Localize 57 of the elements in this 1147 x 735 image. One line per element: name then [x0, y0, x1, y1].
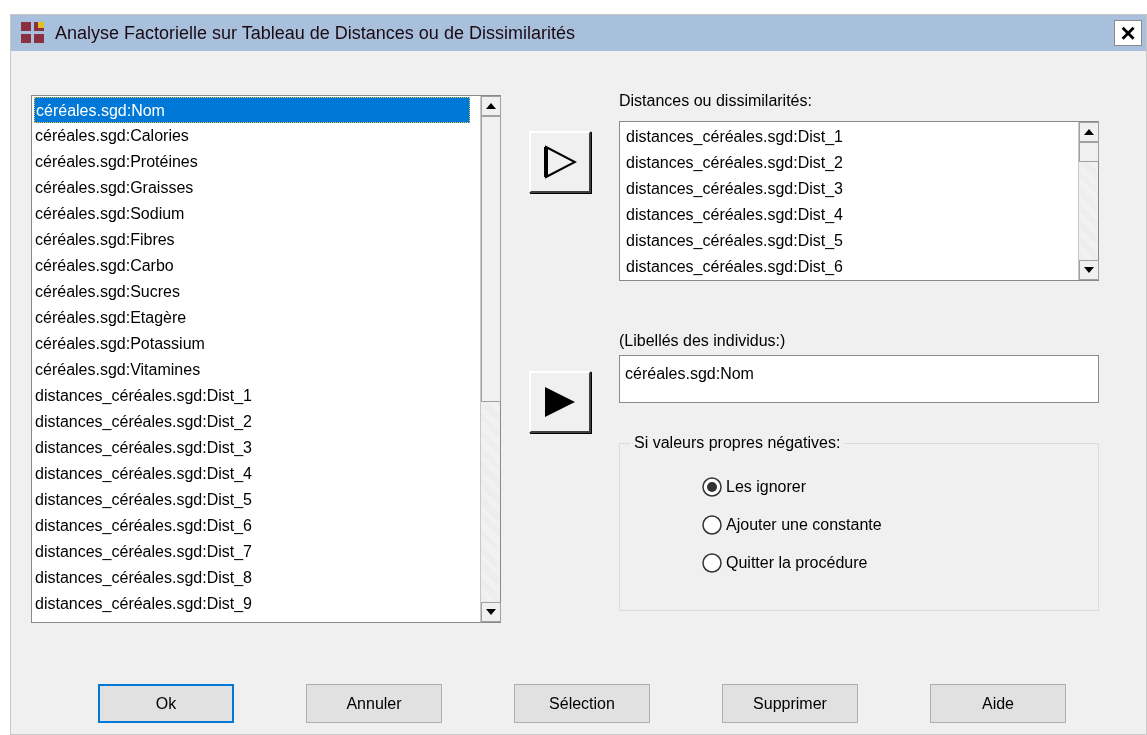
- list-item[interactable]: distances_céréales.sgd:Dist_5: [34, 487, 470, 513]
- scroll-down-button[interactable]: [1079, 260, 1099, 280]
- list-item[interactable]: céréales.sgd:Sucres: [34, 279, 470, 305]
- labels-label: (Libellés des individus:): [619, 331, 787, 351]
- distances-label: Distances ou dissimilarités:: [619, 91, 813, 111]
- window-title: Analyse Factorielle sur Tableau de Distances ou de Dissimilarités: [55, 21, 575, 45]
- radio-option[interactable]: Quitter la procédure: [702, 551, 1090, 575]
- dialog-button[interactable]: Supprimer: [722, 684, 858, 723]
- labels-field[interactable]: céréales.sgd:Nom: [619, 355, 1099, 403]
- dialog-button[interactable]: Annuler: [306, 684, 442, 723]
- radio-button[interactable]: [702, 515, 722, 535]
- down-arrow-icon: [1084, 267, 1094, 273]
- list-item[interactable]: distances_céréales.sgd:Dist_7: [34, 539, 470, 565]
- up-arrow-icon: [1084, 129, 1094, 135]
- list-item[interactable]: distances_céréales.sgd:Dist_1: [626, 124, 1078, 150]
- add-button[interactable]: [529, 131, 591, 193]
- radio-option[interactable]: Ajouter une constante: [702, 513, 1090, 537]
- close-button[interactable]: ×: [1114, 20, 1142, 46]
- scroll-thumb[interactable]: [1079, 142, 1099, 162]
- list-item[interactable]: céréales.sgd:Fibres: [34, 227, 470, 253]
- list-item[interactable]: distances_céréales.sgd:Dist_4: [34, 461, 470, 487]
- right-arrow-icon: [543, 145, 577, 179]
- list-item[interactable]: céréales.sgd:Calories: [34, 123, 470, 149]
- up-arrow-icon: [486, 103, 496, 109]
- list-item[interactable]: distances_céréales.sgd:Dist_9: [34, 591, 470, 617]
- radio-button[interactable]: [702, 477, 722, 497]
- dialog-button[interactable]: Aide: [930, 684, 1066, 723]
- scroll-thumb[interactable]: [481, 116, 501, 402]
- list-item[interactable]: distances_céréales.sgd:Dist_3: [34, 435, 470, 461]
- list-item[interactable]: céréales.sgd:Protéines: [34, 149, 470, 175]
- radio-button[interactable]: [702, 553, 722, 573]
- list-item[interactable]: céréales.sgd:Graisses: [34, 175, 470, 201]
- list-item[interactable]: céréales.sgd:Etagère: [34, 305, 470, 331]
- dialog-button[interactable]: Ok: [98, 684, 234, 723]
- list-item[interactable]: distances_céréales.sgd:Dist_1: [34, 383, 470, 409]
- scroll-down-button[interactable]: [481, 602, 501, 622]
- radio-option[interactable]: Les ignorer: [702, 475, 1090, 499]
- list-item[interactable]: distances_céréales.sgd:Dist_2: [34, 409, 470, 435]
- list-item[interactable]: céréales.sgd:Vitamines: [34, 357, 470, 383]
- list-item[interactable]: distances_céréales.sgd:Dist_5: [626, 228, 1078, 254]
- list-item[interactable]: distances_céréales.sgd:Dist_4: [626, 202, 1078, 228]
- list-item[interactable]: céréales.sgd:Sodium: [34, 201, 470, 227]
- list-item[interactable]: distances_céréales.sgd:Dist_6: [626, 254, 1078, 280]
- list-item[interactable]: distances_céréales.sgd:Dist_2: [626, 150, 1078, 176]
- list-item[interactable]: distances_céréales.sgd:Dist_3: [626, 176, 1078, 202]
- list-item[interactable]: céréales.sgd:Nom: [34, 97, 470, 123]
- add-button[interactable]: [529, 371, 591, 433]
- scroll-up-button[interactable]: [1079, 122, 1099, 142]
- list-item[interactable]: céréales.sgd:Potassium: [34, 331, 470, 357]
- list-item[interactable]: distances_céréales.sgd:Dist_6: [34, 513, 470, 539]
- down-arrow-icon: [486, 609, 496, 615]
- list-item[interactable]: céréales.sgd:Carbo: [34, 253, 470, 279]
- scroll-up-button[interactable]: [481, 96, 501, 116]
- right-arrow-icon: [543, 385, 577, 419]
- dialog-button[interactable]: Sélection: [514, 684, 650, 723]
- list-item[interactable]: distances_céréales.sgd:Dist_8: [34, 565, 470, 591]
- group-title: Si valeurs propres négatives:: [633, 433, 842, 453]
